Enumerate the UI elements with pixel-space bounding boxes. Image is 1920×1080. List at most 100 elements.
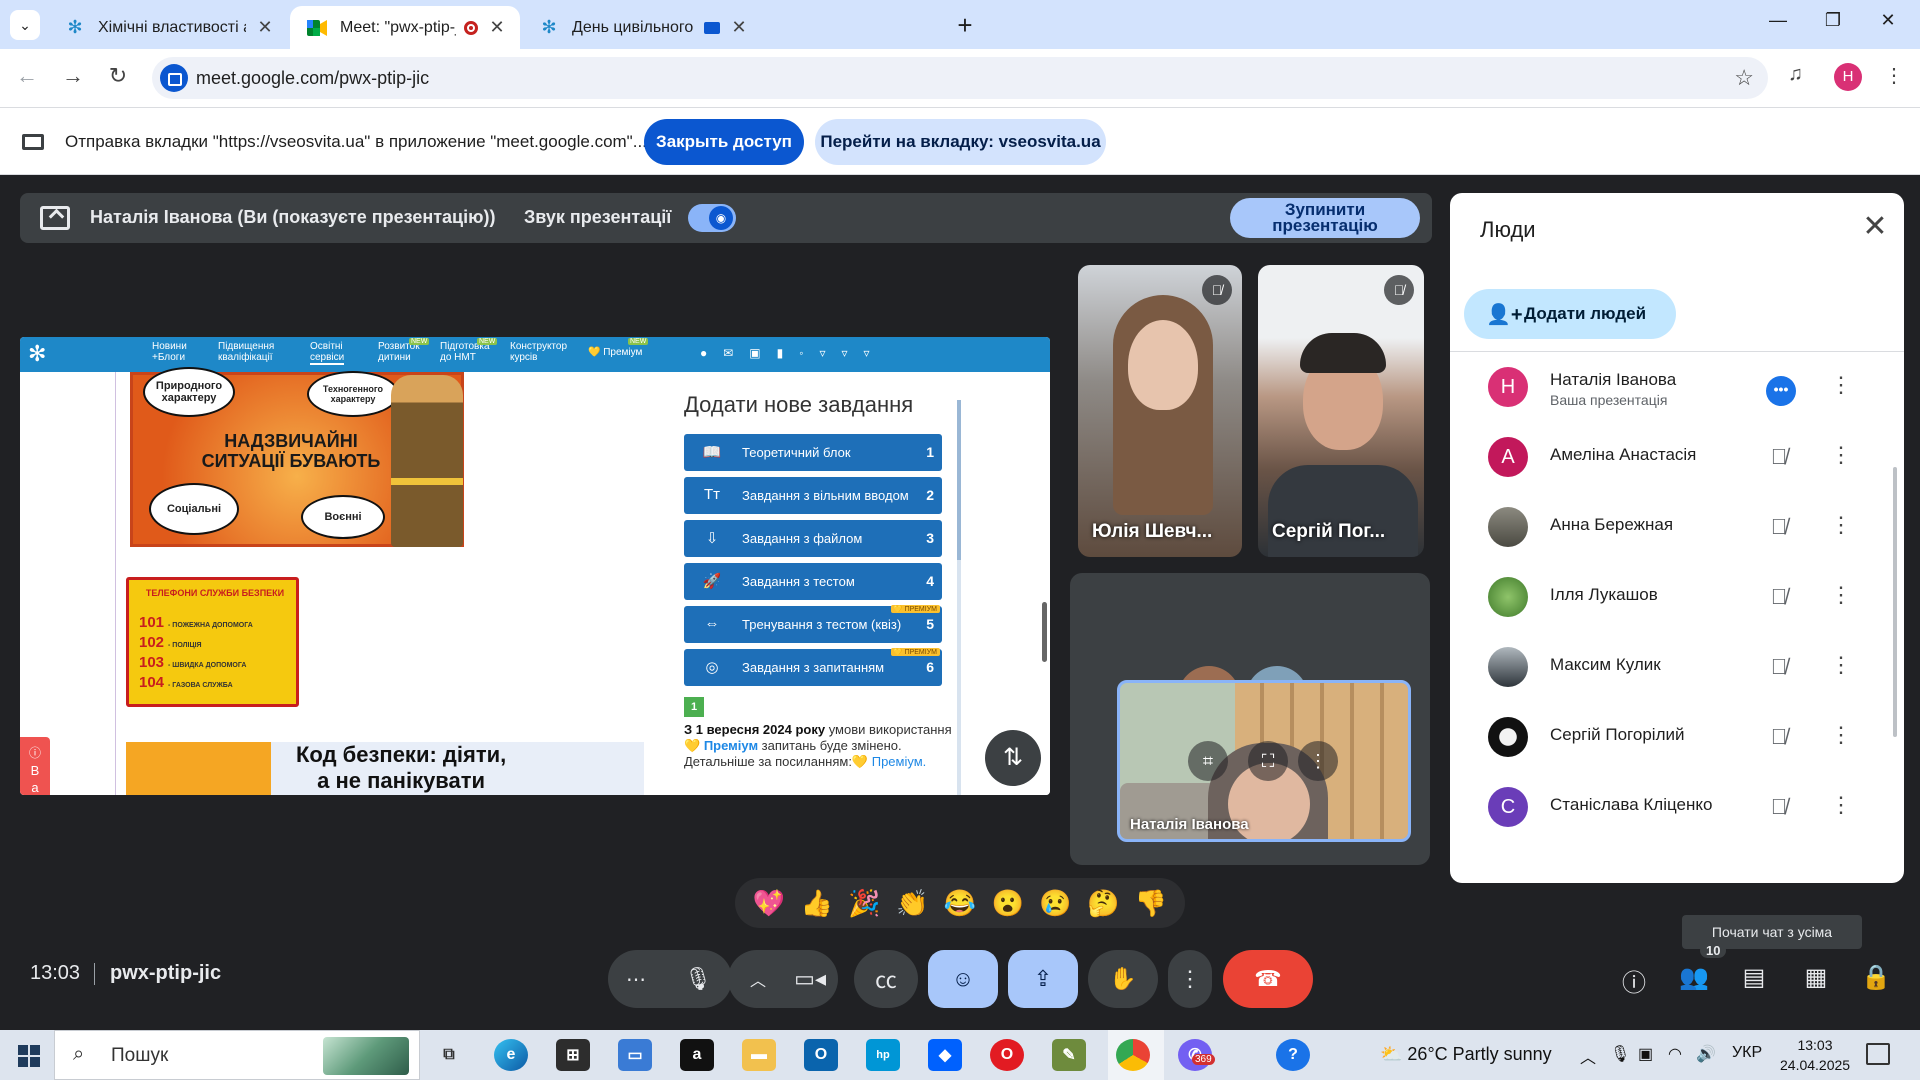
self-view-tile[interactable]: ⌗ ⛶ ⋮ Наталія Іванова (1117, 680, 1411, 842)
reload-button[interactable]: ↻ (103, 63, 133, 89)
people-icon[interactable]: 👥 (1674, 963, 1714, 992)
mic-off-icon[interactable]: 🎙̸ (1764, 514, 1794, 540)
present-button[interactable]: ⇪ (1008, 950, 1078, 1008)
go-to-tab-button[interactable]: Перейти на вкладку: vseosvita.ua (815, 119, 1106, 165)
help-icon[interactable]: ? (1276, 1039, 1310, 1071)
more-options-icon[interactable]: ⋮ (1830, 372, 1852, 398)
remote-desktop-icon[interactable]: ▭ (618, 1039, 652, 1071)
edge-icon[interactable]: e (494, 1039, 528, 1071)
tab-search-button[interactable]: ⌄ (10, 10, 40, 40)
reaction-thinking[interactable]: 🤔 (1087, 888, 1119, 919)
close-tab-icon[interactable]: ✕ (254, 17, 276, 38)
file-explorer-icon[interactable]: ▬ (742, 1039, 776, 1071)
notifications-icon[interactable] (1866, 1043, 1890, 1065)
mic-off-icon[interactable]: 🎙̸ (1764, 584, 1794, 610)
myhp-icon[interactable]: hp (866, 1039, 900, 1071)
participant-row[interactable]: С Станіслава Кліценко 🎙̸ ⋮ (1450, 772, 1890, 842)
taskbar-clock[interactable]: 13:03 24.04.2025 (1780, 1035, 1850, 1075)
reaction-heart[interactable]: 💖 (753, 888, 785, 919)
more-options-icon[interactable]: ⋮ (1830, 442, 1852, 468)
restore-button[interactable]: ❐ (1813, 10, 1853, 31)
premium-link[interactable]: Преміум. (872, 754, 927, 769)
host-controls-icon[interactable]: 🔒 (1856, 963, 1896, 992)
participant-tile-julia[interactable]: 🎙̸ Юлія Шевч... (1078, 265, 1242, 557)
weather-widget[interactable]: ⛅ 26°C Partly sunny (1380, 1044, 1552, 1065)
reaction-sad[interactable]: 😢 (1039, 888, 1071, 919)
dropbox-icon[interactable]: ◆ (928, 1039, 962, 1071)
more-options-icon[interactable]: ⋮ (1298, 741, 1338, 781)
outlook-icon[interactable]: O (804, 1039, 838, 1071)
add-people-button[interactable]: 👤+ Додати людей (1464, 289, 1676, 339)
site-logo-icon[interactable]: ✻ (28, 341, 46, 367)
participant-row[interactable]: Анна Бережная 🎙̸ ⋮ (1450, 492, 1890, 562)
site-toolbar-icons[interactable]: ●✉▣▮◦▿▿▿ (700, 346, 886, 360)
participant-row[interactable]: Максим Кулик 🎙̸ ⋮ (1450, 632, 1890, 702)
audio-settings-icon[interactable]: ⋯ (626, 967, 646, 992)
tab-meet[interactable]: Meet: "pwx-ptip-jic" ✕ (290, 6, 520, 49)
tray-mic-icon[interactable]: 🎙 (1610, 1044, 1630, 1064)
media-control-icon[interactable]: ♫ (1788, 63, 1803, 86)
address-bar[interactable]: meet.google.com/pwx-ptip-jic ☆ (152, 57, 1768, 99)
reaction-thumbs-down[interactable]: 👎 (1135, 888, 1167, 919)
back-button[interactable]: ← (12, 63, 42, 89)
mic-off-icon[interactable]: 🎙̸ (1764, 794, 1794, 820)
nav-item-course-builder[interactable]: Конструктор курсів (510, 341, 567, 363)
close-icon[interactable]: ✕ (1855, 209, 1895, 244)
swap-arrows-icon[interactable]: ⇅ (985, 730, 1041, 786)
background-effects-icon[interactable]: ⛶ (1248, 741, 1288, 781)
reaction-party[interactable]: 🎉 (848, 888, 880, 919)
browser-menu-icon[interactable]: ⋮ (1884, 63, 1904, 88)
task-quiz-button[interactable]: ⇔ Тренування з тестом (квіз) 5 💛 ПРЕМІУМ (684, 605, 942, 643)
chrome-icon[interactable] (1116, 1039, 1150, 1071)
meeting-info-icon[interactable]: ⓘ (1614, 963, 1654, 998)
close-tab-icon[interactable]: ✕ (486, 17, 508, 38)
taskbar-search[interactable]: ⌕ Пошук (54, 1030, 420, 1080)
stop-presenting-button[interactable]: Зупинити презентацію (1230, 198, 1420, 238)
site-info-icon[interactable] (160, 64, 188, 92)
emoji-button[interactable]: ☺ (928, 950, 998, 1008)
chat-icon[interactable]: ▤ (1734, 963, 1774, 992)
mic-icon[interactable]: 🎙 (674, 955, 722, 1003)
important-side-tab[interactable]: ⓘ Важливо (20, 737, 50, 795)
tab-chemistry[interactable]: ✻ Хімічні властивості аміноетано ✕ (48, 6, 288, 49)
volume-icon[interactable]: 🔊 (1696, 1044, 1716, 1064)
close-access-button[interactable]: Закрыть доступ (644, 119, 804, 165)
participant-row[interactable]: Сергій Погорілий 🎙̸ ⋮ (1450, 702, 1890, 772)
participant-row[interactable]: А Амеліна Анастасія 🎙̸ ⋮ (1450, 422, 1890, 492)
reaction-surprised[interactable]: 😮 (992, 888, 1024, 919)
more-options-button[interactable]: ⋮ (1168, 950, 1212, 1008)
participant-list-scrollbar[interactable] (1893, 467, 1897, 737)
nav-item-premium[interactable]: 💛 Преміум (588, 347, 642, 358)
tray-chevron-icon[interactable]: ︿ (1580, 1044, 1596, 1068)
mic-off-icon[interactable]: 🎙̸ (1764, 444, 1794, 470)
reaction-laugh[interactable]: 😂 (944, 888, 976, 919)
app-icon[interactable]: ✎ (1052, 1039, 1086, 1071)
task-theory-button[interactable]: 📖 Теоретичний блок 1 (684, 434, 942, 471)
more-options-icon[interactable]: ⋮ (1830, 512, 1852, 538)
opera-icon[interactable]: O (990, 1039, 1024, 1071)
chevron-up-icon[interactable]: ︿ (750, 967, 766, 991)
nav-item-news[interactable]: Новини +Блоги (152, 341, 187, 363)
store-icon[interactable]: ⊞ (556, 1039, 590, 1071)
task-file-button[interactable]: ⇩ Завдання з файлом 3 (684, 520, 942, 557)
mic-off-icon[interactable]: 🎙̸ (1764, 654, 1794, 680)
leave-call-button[interactable]: ☎ (1223, 950, 1313, 1008)
raise-hand-button[interactable]: ✋ (1088, 950, 1158, 1008)
language-indicator[interactable]: УКР (1732, 1044, 1762, 1062)
more-options-icon[interactable]: ⋮ (1830, 582, 1852, 608)
page-scrollbar[interactable] (1042, 602, 1047, 662)
task-free-input-button[interactable]: Tт Завдання з вільним вводом 2 (684, 477, 942, 514)
task-view-icon[interactable]: ⧉ (432, 1039, 466, 1071)
reaction-thumbs-up[interactable]: 👍 (800, 888, 832, 919)
mic-off-icon[interactable]: 🎙̸ (1764, 724, 1794, 750)
wifi-icon[interactable]: ◠ (1668, 1044, 1682, 1064)
bookmark-star-icon[interactable]: ☆ (1734, 65, 1754, 91)
close-window-button[interactable]: ✕ (1868, 10, 1908, 31)
amazon-icon[interactable]: a (680, 1039, 714, 1071)
participant-tile-serhii[interactable]: 🎙̸ Сергій Пог... (1258, 265, 1424, 557)
presentation-audio-toggle[interactable] (688, 204, 736, 232)
close-tab-icon[interactable]: ✕ (728, 17, 750, 38)
activities-icon[interactable]: ▦ (1796, 963, 1836, 992)
participant-row[interactable]: Н Наталія Іванова Ваша презентація ••• ⋮ (1450, 352, 1890, 422)
tab-civil-defense[interactable]: ✻ День цивільного захисту | ✕ (522, 6, 762, 49)
